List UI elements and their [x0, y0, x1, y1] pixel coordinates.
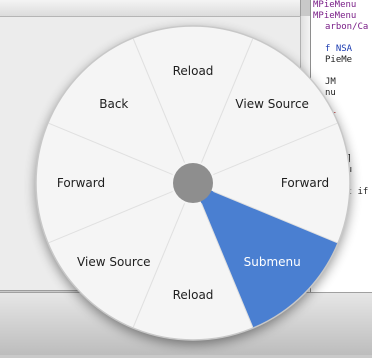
pie-menu-item-view-source[interactable]: View Source — [235, 97, 309, 111]
pie-menu-item-view-source[interactable]: View Source — [77, 255, 151, 269]
pie-menu-center-hub — [173, 163, 213, 203]
pie-menu-item-reload[interactable]: Reload — [173, 64, 214, 78]
pie-menu-item-forward[interactable]: Forward — [57, 176, 105, 190]
pie-menu: Reload View Source Forward Submenu Reload Vie… — [0, 0, 372, 354]
pie-menu-item-forward[interactable]: Forward — [281, 176, 329, 190]
pie-menu-item-submenu[interactable]: Submenu — [244, 255, 301, 269]
pie-menu-item-reload[interactable]: Reload — [173, 288, 214, 302]
pie-menu-item-back[interactable]: Back — [99, 97, 128, 111]
